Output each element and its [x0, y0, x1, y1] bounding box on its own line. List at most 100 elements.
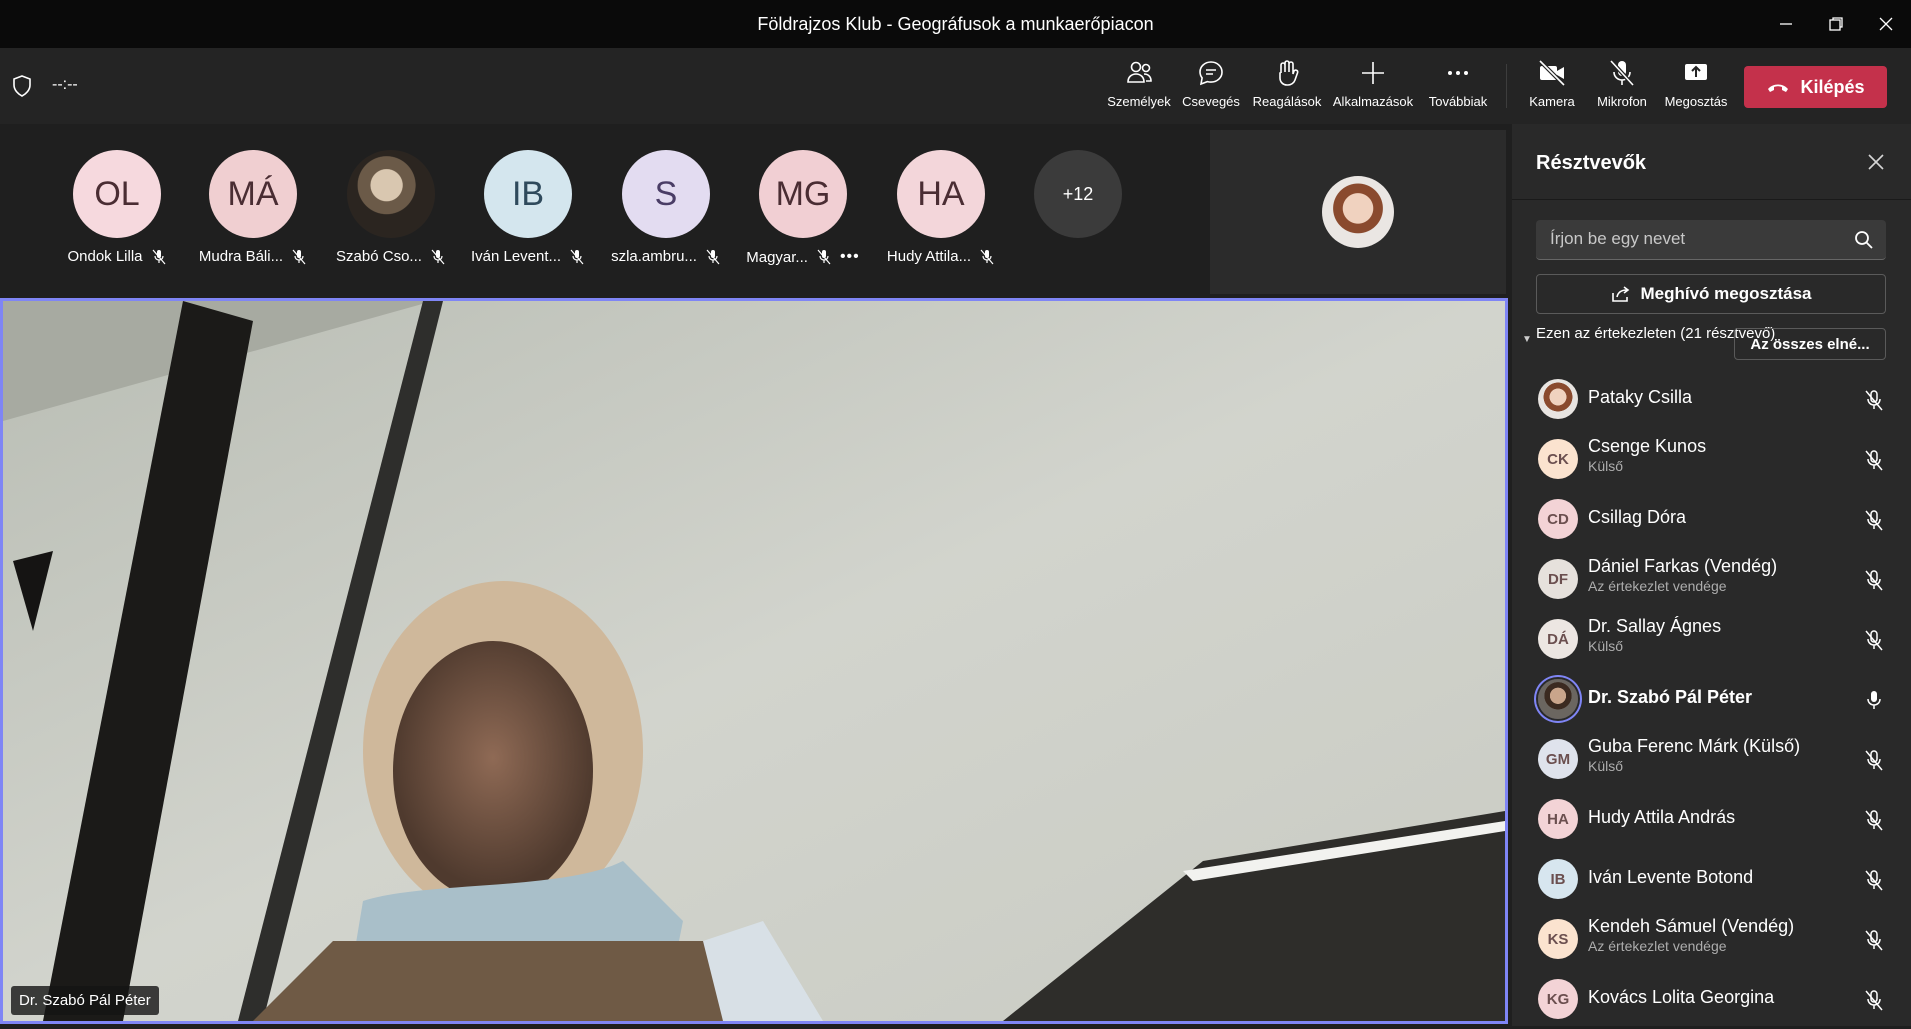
- speaker-name-label: Dr. Szabó Pál Péter: [11, 986, 159, 1015]
- mic-on-icon: [1863, 689, 1885, 711]
- participant-row[interactable]: Pataky Csilla: [1512, 369, 1911, 429]
- close-icon[interactable]: [1860, 0, 1911, 48]
- avatar: S: [622, 150, 710, 238]
- chat-label: Csevegés: [1182, 94, 1240, 109]
- mic-off-icon: [1863, 749, 1885, 771]
- more-button[interactable]: Továbbiak: [1416, 58, 1500, 109]
- avatar: IB: [1538, 859, 1578, 899]
- participant-name: Ondok Lilla: [67, 248, 143, 265]
- mic-off-icon: [292, 249, 306, 264]
- participant-row[interactable]: KS Kendeh Sámuel (Vendég) Az értekezlet ve…: [1512, 909, 1911, 969]
- participant-row[interactable]: CK Csenge Kunos Külső: [1512, 429, 1911, 489]
- participant-name: Dr. Szabó Pál Péter: [1588, 687, 1753, 707]
- leave-button[interactable]: Kilépés: [1744, 66, 1887, 108]
- participant-name: Pataky Csilla: [1588, 387, 1693, 407]
- participant-role: Külső: [1588, 458, 1624, 474]
- avatar: MG: [759, 150, 847, 238]
- title-bar: Földrajzos Klub - Geográfusok a munkaerő…: [0, 0, 1911, 48]
- close-panel-icon[interactable]: [1867, 150, 1885, 178]
- avatar: DF: [1538, 559, 1578, 599]
- avatar: CD: [1538, 499, 1578, 539]
- panel-divider: [1512, 199, 1911, 200]
- participant-row[interactable]: HA Hudy Attila András: [1512, 789, 1911, 849]
- share-label: Megosztás: [1664, 94, 1728, 109]
- avatar: MÁ: [209, 150, 297, 238]
- participant-tile[interactable]: IB Iván Levent...: [463, 150, 593, 265]
- reactions-button[interactable]: Reagálások: [1245, 58, 1329, 109]
- hang-up-icon: [1768, 84, 1789, 92]
- avatar: HA: [897, 150, 985, 238]
- avatar: [347, 150, 435, 238]
- participant-row[interactable]: KG Kovács Lolita Georgina: [1512, 969, 1911, 1029]
- participant-name: Dániel Farkas (Vendég): [1588, 556, 1778, 576]
- avatar: IB: [484, 150, 572, 238]
- participant-row[interactable]: CD Csillag Dóra: [1512, 489, 1911, 549]
- share-invite-button[interactable]: Meghívó megosztása: [1536, 274, 1886, 314]
- self-avatar: [1322, 176, 1394, 248]
- participant-name: Magyar...: [746, 248, 808, 266]
- participant-tile[interactable]: Szabó Cso...: [326, 150, 456, 265]
- mic-off-icon: [152, 249, 165, 264]
- avatar: KG: [1538, 979, 1578, 1019]
- main-video: Dr. Szabó Pál Péter: [0, 298, 1508, 1024]
- participant-name: Kendeh Sámuel (Vendég): [1588, 916, 1795, 936]
- participant-tile[interactable]: HA Hudy Attila...: [876, 150, 1006, 265]
- participant-name: Csillag Dóra: [1588, 507, 1687, 527]
- participant-name: Dr. Sallay Ágnes: [1588, 616, 1722, 636]
- share-arrow-icon: [1611, 286, 1629, 302]
- participant-row[interactable]: DF Dániel Farkas (Vendég) Az értekezlet ve…: [1512, 549, 1911, 609]
- participant-tile[interactable]: S szla.ambru...: [601, 150, 731, 265]
- mic-off-icon: [431, 249, 445, 264]
- mic-off-icon: [1609, 59, 1635, 87]
- mic-off-icon: [706, 249, 720, 264]
- mic-off-icon: [1863, 629, 1885, 651]
- camera-label: Kamera: [1529, 94, 1575, 109]
- search-box[interactable]: [1536, 220, 1886, 260]
- people-label: Személyek: [1107, 94, 1171, 109]
- invite-label: Meghívó megosztása: [1640, 284, 1812, 303]
- participant-tile[interactable]: MÁ Mudra Báli...: [188, 150, 318, 265]
- mic-button[interactable]: Mikrofon: [1580, 58, 1664, 109]
- chevron-down-icon: ▼: [1522, 334, 1532, 345]
- mic-off-icon: [1863, 449, 1885, 471]
- window-title: Földrajzos Klub - Geográfusok a munkaerő…: [757, 13, 1154, 34]
- participant-row[interactable]: DÁ Dr. Sallay Ágnes Külső: [1512, 609, 1911, 669]
- minimize-icon[interactable]: [1760, 0, 1812, 48]
- leave-label: Kilépés: [1800, 76, 1865, 97]
- chat-button[interactable]: Csevegés: [1169, 58, 1253, 109]
- participant-name: Kovács Lolita Georgina: [1588, 987, 1775, 1007]
- people-icon: [1127, 61, 1152, 83]
- avatar: DÁ: [1538, 619, 1578, 659]
- raise-hand-icon: [1279, 60, 1299, 86]
- chat-icon: [1199, 61, 1223, 86]
- participant-row[interactable]: IB Iván Levente Botond: [1512, 849, 1911, 909]
- restore-icon[interactable]: [1810, 0, 1862, 48]
- share-button[interactable]: Megosztás: [1654, 58, 1738, 109]
- participant-list: Pataky Csilla CK Csenge Kunos Külső CD Csilla…: [1512, 369, 1911, 1029]
- apps-button[interactable]: Alkalmazások: [1331, 58, 1415, 109]
- toolbar-divider: [1506, 64, 1507, 108]
- apps-label: Alkalmazások: [1332, 94, 1414, 109]
- search-input[interactable]: [1536, 220, 1836, 258]
- share-icon: [1685, 64, 1707, 80]
- overflow-participants-button[interactable]: +12: [1034, 150, 1122, 238]
- participant-tile[interactable]: MG Magyar... •••: [738, 150, 868, 266]
- participant-name: szla.ambru...: [611, 248, 697, 265]
- participant-tile[interactable]: OL Ondok Lilla: [52, 150, 182, 265]
- mute-all-button[interactable]: Az összes elné...: [1734, 328, 1886, 360]
- more-label: Továbbiak: [1428, 94, 1488, 109]
- participant-row[interactable]: GM Guba Ferenc Márk (Külső) Külső: [1512, 729, 1911, 789]
- participant-row[interactable]: Dr. Szabó Pál Péter: [1512, 669, 1911, 729]
- more-options-icon[interactable]: •••: [840, 248, 860, 266]
- avatar: CK: [1538, 439, 1578, 479]
- mic-off-icon: [817, 249, 831, 265]
- shield-icon: [13, 75, 31, 97]
- mic-off-icon: [1863, 989, 1885, 1011]
- more-icon: [1448, 71, 1468, 75]
- search-icon: [1855, 231, 1873, 249]
- mic-off-icon: [570, 249, 584, 264]
- participant-name: Guba Ferenc Márk (Külső): [1588, 736, 1801, 756]
- mic-off-icon: [1863, 569, 1885, 591]
- participant-name: Mudra Báli...: [198, 248, 284, 265]
- reactions-label: Reagálások: [1252, 94, 1322, 109]
